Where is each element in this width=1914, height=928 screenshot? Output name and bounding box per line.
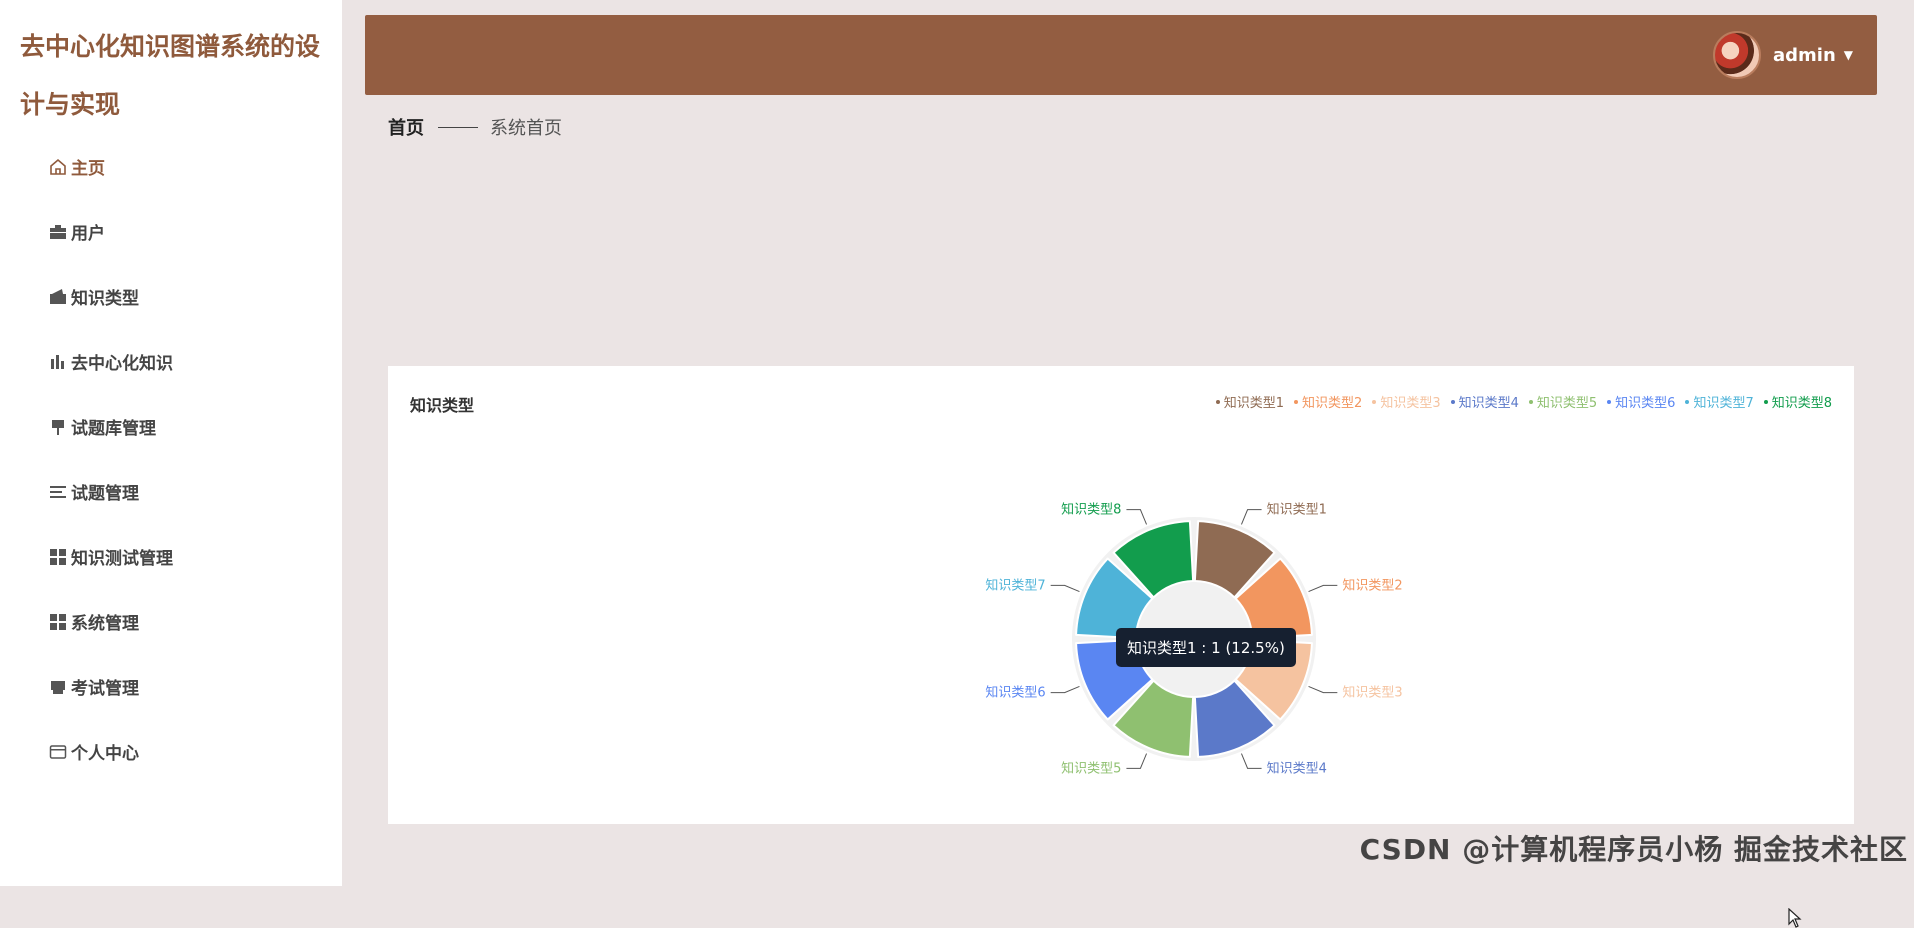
legend-dot-icon [1685, 400, 1689, 404]
legend-dot-icon [1764, 400, 1768, 404]
legend-item[interactable]: 知识类型2 [1294, 392, 1362, 411]
legend-label: 知识类型8 [1772, 392, 1832, 411]
legend-dot-icon [1294, 400, 1298, 404]
legend-dot-icon [1529, 400, 1533, 404]
pie-chart: 知识类型1 知识类型2 知识类型3 知识类型4 知识类型5 知识类型6 知识类型7 知识类型8 [388, 366, 1854, 824]
home-icon [48, 157, 68, 177]
legend-item[interactable]: 知识类型3 [1372, 392, 1440, 411]
sidebar-item-decentralized-knowledge[interactable]: 去中心化知识 [48, 329, 173, 394]
sidebar-item-label: 用户 [71, 219, 105, 244]
legend-dot-icon [1451, 400, 1455, 404]
sidebar-item-profile[interactable]: 个人中心 [48, 719, 173, 784]
sidebar-item-system[interactable]: 系统管理 [48, 589, 173, 654]
sidebar-item-knowledge-test[interactable]: 知识测试管理 [48, 524, 173, 589]
legend-dot-icon [1216, 400, 1220, 404]
legend-label: 知识类型6 [1615, 392, 1675, 411]
sidebar-item-label: 知识类型 [71, 284, 139, 309]
slice-label-line [1309, 686, 1338, 692]
watermark: CSDN @计算机程序员小杨 掘金技术社区 [1360, 828, 1908, 868]
legend-label: 知识类型2 [1302, 392, 1362, 411]
breadcrumb-current: 系统首页 [490, 114, 562, 140]
legend-item[interactable]: 知识类型7 [1685, 392, 1753, 411]
slice-label: 知识类型5 [1061, 760, 1121, 776]
card-icon [48, 742, 68, 762]
slice-label: 知识类型4 [1267, 760, 1327, 776]
slice-label: 知识类型2 [1342, 577, 1402, 593]
slice-label-line [1241, 754, 1261, 769]
user-menu[interactable]: admin ▼ [1713, 31, 1853, 79]
legend-item[interactable]: 知识类型6 [1607, 392, 1675, 411]
list-icon [48, 482, 68, 502]
sidebar-item-label: 去中心化知识 [71, 349, 173, 374]
sidebar: 去中心化知识图谱系统的设计与实现 主页 用户 知识类型 去中心化知识 [0, 0, 342, 886]
caret-down-icon[interactable]: ▼ [1844, 48, 1853, 62]
legend-label: 知识类型3 [1380, 392, 1440, 411]
legend-item[interactable]: 知识类型5 [1529, 392, 1597, 411]
user-name[interactable]: admin [1773, 45, 1836, 66]
sidebar-item-label: 主页 [71, 154, 105, 179]
legend-dot-icon [1372, 400, 1376, 404]
sidebar-item-knowledge-type[interactable]: 知识类型 [48, 264, 173, 329]
avatar[interactable] [1713, 31, 1761, 79]
slice-label-line [1309, 585, 1338, 591]
sidebar-item-home[interactable]: 主页 [48, 134, 173, 199]
sidebar-item-label: 知识测试管理 [71, 544, 173, 569]
top-header: admin ▼ [365, 15, 1877, 95]
slice-label: 知识类型8 [1061, 502, 1121, 518]
slice-label-line [1126, 510, 1146, 525]
legend-label: 知识类型4 [1459, 392, 1519, 411]
legend-item[interactable]: 知识类型1 [1216, 392, 1284, 411]
slice-label-line [1241, 510, 1261, 525]
slice-label: 知识类型7 [985, 577, 1045, 593]
sidebar-item-question-bank[interactable]: 试题库管理 [48, 394, 173, 459]
slice-label: 知识类型6 [985, 685, 1045, 701]
pin-icon [48, 417, 68, 437]
chart-legend: 知识类型1 知识类型2 知识类型3 知识类型4 知识类型5 知识类型6 知识类型7 知识类型8 [1216, 392, 1832, 411]
legend-label: 知识类型5 [1537, 392, 1597, 411]
app-title: 去中心化知识图谱系统的设计与实现 [20, 18, 320, 134]
sidebar-item-exam[interactable]: 考试管理 [48, 654, 173, 719]
chart-card: 知识类型1 知识类型2 知识类型3 知识类型4 知识类型5 知识类型6 知识类型7 知识类型8… [388, 366, 1854, 824]
briefcase-icon [48, 222, 68, 242]
printer-icon [48, 677, 68, 697]
slice-label: 知识类型3 [1342, 685, 1402, 701]
sidebar-item-users[interactable]: 用户 [48, 199, 173, 264]
breadcrumb-home[interactable]: 首页 [388, 114, 424, 140]
legend-item[interactable]: 知识类型8 [1764, 392, 1832, 411]
bar-chart-icon [48, 352, 68, 372]
slice-label: 知识类型1 [1267, 502, 1327, 518]
breadcrumb: 首页 系统首页 [388, 114, 562, 140]
sidebar-item-label: 试题库管理 [71, 414, 156, 439]
sidebar-menu: 主页 用户 知识类型 去中心化知识 试题库管理 [48, 134, 173, 784]
legend-item[interactable]: 知识类型4 [1451, 392, 1519, 411]
wallet-icon [48, 287, 68, 307]
slice-label-line [1051, 686, 1080, 692]
legend-dot-icon [1607, 400, 1611, 404]
sidebar-item-questions[interactable]: 试题管理 [48, 459, 173, 524]
sidebar-item-label: 个人中心 [71, 739, 139, 764]
sidebar-item-label: 试题管理 [71, 479, 139, 504]
legend-label: 知识类型1 [1224, 392, 1284, 411]
slice-label-line [1051, 585, 1080, 591]
grid-icon [48, 612, 68, 632]
chart-tooltip: 知识类型1 : 1 (12.5%) [1116, 628, 1296, 667]
sidebar-item-label: 系统管理 [71, 609, 139, 634]
breadcrumb-separator [438, 127, 478, 128]
sidebar-item-label: 考试管理 [71, 674, 139, 699]
chart-title: 知识类型 [410, 392, 474, 416]
slice-label-line [1126, 754, 1146, 769]
grid-icon [48, 547, 68, 567]
mouse-cursor-icon [1788, 908, 1802, 928]
legend-label: 知识类型7 [1693, 392, 1753, 411]
